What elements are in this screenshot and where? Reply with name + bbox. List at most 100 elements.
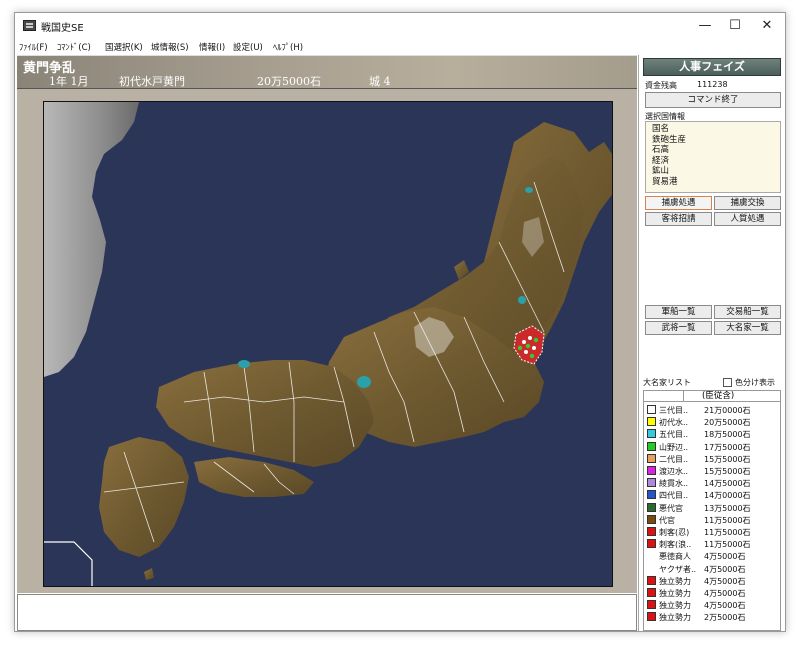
daimyo-koku: 18万5000石 xyxy=(704,430,751,440)
map-frame xyxy=(17,89,637,593)
daimyo-name: 悪代官 xyxy=(659,503,683,513)
daimyo-koku: 4万5000石 xyxy=(704,576,746,586)
daimyo-row[interactable]: 綾貫水.. 14万5000石 xyxy=(644,477,782,489)
daimyo-row[interactable]: 独立勢力 4万5000石 xyxy=(644,599,782,611)
daimyo-row[interactable]: 代官 11万5000石 xyxy=(644,514,782,526)
app-icon xyxy=(23,20,36,31)
daimyo-koku: 15万5000石 xyxy=(704,454,751,464)
daimyo-list-button[interactable]: 大名家一覧 xyxy=(714,321,781,335)
daimyo-color-swatch xyxy=(647,612,656,622)
hostage-treatment-button[interactable]: 人質処遇 xyxy=(714,212,781,226)
command-panel: 人事フェイズ 資金残高 111238 コマンド終了 選択国情報 国名 鉄砲生産 … xyxy=(638,55,785,631)
daimyo-row[interactable]: 四代目.. 14万0000石 xyxy=(644,489,782,501)
daimyo-name: 初代水.. xyxy=(659,418,689,428)
daimyo-name: 悪徳商人 xyxy=(659,552,691,562)
daimyo-name: 独立勢力 xyxy=(659,589,691,598)
daimyo-name: 山野辺.. xyxy=(659,442,689,452)
daimyo-list[interactable]: 三代目.. 21万0000石 初代水.. 20万5000石 五代目.. 18万5000石山… xyxy=(643,402,781,631)
window-title: 戦国史SE xyxy=(41,23,84,34)
daimyo-row[interactable]: 初代水.. 20万5000石 xyxy=(644,416,782,428)
daimyo-koku: 17万5000石 xyxy=(704,442,751,452)
menu-settings[interactable]: 設定(U) xyxy=(233,41,263,53)
daimyo-row[interactable]: 独立勢力 4万5000石 xyxy=(644,587,782,599)
daimyo-name: 刺客(浪.. xyxy=(659,540,692,550)
daimyo-row[interactable]: 刺客(浪.. 11万5000石 xyxy=(644,538,782,550)
castle-count: 城 4 xyxy=(369,75,391,88)
info-item: 鉄砲生産 xyxy=(652,134,687,145)
daimyo-name: 渡辺水.. xyxy=(659,467,689,476)
menu-info[interactable]: 情報(I) xyxy=(199,41,225,53)
daimyo-koku: 4万5000石 xyxy=(704,552,746,562)
daimyo-koku: 20万5000石 xyxy=(704,418,751,428)
daimyo-color-swatch xyxy=(647,514,656,524)
daimyo-color-swatch xyxy=(647,575,656,585)
daimyo-color-swatch xyxy=(647,527,656,536)
daimyo-koku: 11万5000石 xyxy=(704,540,751,550)
daimyo-koku: 14万0000石 xyxy=(704,491,751,501)
daimyo-koku: 21万0000石 xyxy=(704,406,751,415)
daimyo-color-swatch xyxy=(647,600,656,610)
daimyo-color-swatch xyxy=(647,453,656,463)
daimyo-row[interactable]: 渡辺水.. 15万5000石 xyxy=(644,465,782,477)
daimyo-koku: 14万5000石 xyxy=(704,479,751,489)
daimyo-color-swatch xyxy=(647,429,656,439)
japan-map[interactable] xyxy=(43,101,613,587)
daimyo-koku: 4万5000石 xyxy=(704,589,746,598)
info-item: 国名 xyxy=(652,124,670,134)
daimyo-row[interactable]: 山野辺.. 17万5000石 xyxy=(644,441,782,453)
daimyo-list-label: 大名家リスト xyxy=(643,378,691,387)
daimyo-color-swatch xyxy=(647,405,656,414)
daimyo-koku: 2万5000石 xyxy=(704,613,746,623)
daimyo-list-header: (臣従含) xyxy=(643,390,781,402)
daimyo-row[interactable]: 二代目.. 15万5000石 xyxy=(644,453,782,465)
title-bar: 戦国史SE — ☐ ✕ xyxy=(15,13,785,39)
daimyo-row[interactable]: 五代目.. 18万5000石 xyxy=(644,428,782,440)
menu-command[interactable]: ｺﾏﾝﾄﾞ(C) xyxy=(57,41,91,53)
daimyo-koku: 13万5000石 xyxy=(704,503,751,513)
menu-select-province[interactable]: 国選択(K) xyxy=(105,41,143,53)
trade-ship-list-button[interactable]: 交易船一覧 xyxy=(714,305,781,319)
daimyo-row[interactable]: 刺客(忍) 11万5000石 xyxy=(644,526,782,538)
daimyo-color-swatch xyxy=(647,588,656,597)
close-button[interactable]: ✕ xyxy=(747,13,787,39)
warship-list-button[interactable]: 軍船一覧 xyxy=(645,305,712,319)
daimyo-row[interactable]: 悪代官 13万5000石 xyxy=(644,502,782,514)
daimyo-name: 綾貫水.. xyxy=(659,479,689,489)
prisoner-treatment-button[interactable]: 捕虜処遇 xyxy=(645,196,712,210)
menu-help[interactable]: ﾍﾙﾌﾟ(H) xyxy=(273,41,303,53)
daimyo-row[interactable]: 悪徳商人 4万5000石 xyxy=(644,550,782,562)
prisoner-exchange-button[interactable]: 捕虜交換 xyxy=(714,196,781,210)
daimyo-row[interactable]: 独立勢力 4万5000石 xyxy=(644,575,782,587)
daimyo-name: 刺客(忍) xyxy=(659,528,690,537)
daimyo-name: 五代目.. xyxy=(659,430,689,440)
daimyo-row[interactable]: 独立勢力 2万5000石 xyxy=(644,611,782,623)
selected-province-info: 国名 鉄砲生産 石高 経済 鉱山 貿易港 xyxy=(645,121,781,193)
status-banner: 黄門争乱 1年 1月 初代水戸黄門 20万5000石 城 4 xyxy=(17,55,637,89)
color-toggle-checkbox[interactable] xyxy=(723,378,732,387)
menu-bar: ﾌｧｲﾙ(F) ｺﾏﾝﾄﾞ(C) 国選択(K) 城情報(S) 情報(I) 設定(… xyxy=(15,39,785,55)
daimyo-name: 三代目.. xyxy=(659,406,689,415)
menu-file[interactable]: ﾌｧｲﾙ(F) xyxy=(19,41,48,53)
lord-name: 初代水戸黄門 xyxy=(119,75,185,88)
menu-castle-info[interactable]: 城情報(S) xyxy=(151,41,189,53)
daimyo-name: 独立勢力 xyxy=(659,613,691,623)
end-command-button[interactable]: コマンド終了 xyxy=(645,92,781,108)
daimyo-koku: 11万5000石 xyxy=(704,528,751,537)
daimyo-color-swatch xyxy=(647,417,656,427)
invite-guest-general-button[interactable]: 客将招請 xyxy=(645,212,712,226)
phase-title: 人事フェイズ xyxy=(643,58,781,76)
daimyo-row[interactable]: 三代目.. 21万0000石 xyxy=(644,404,782,416)
daimyo-name: 独立勢力 xyxy=(659,576,691,586)
daimyo-koku: 4万5000石 xyxy=(704,564,746,574)
game-date: 1年 1月 xyxy=(49,75,89,88)
info-item: 石高 xyxy=(652,145,670,155)
daimyo-koku: 4万5000石 xyxy=(704,601,746,611)
info-item: 鉱山 xyxy=(652,166,670,176)
koku-total: 20万5000石 xyxy=(257,75,321,88)
daimyo-row[interactable]: ヤクザ者.. 4万5000石 xyxy=(644,563,782,575)
daimyo-color-swatch xyxy=(647,441,656,451)
daimyo-color-swatch xyxy=(647,466,656,475)
message-area xyxy=(17,594,637,631)
general-list-button[interactable]: 武将一覧 xyxy=(645,321,712,335)
app-window: 戦国史SE — ☐ ✕ ﾌｧｲﾙ(F) ｺﾏﾝﾄﾞ(C) 国選択(K) 城情報(… xyxy=(14,12,786,632)
